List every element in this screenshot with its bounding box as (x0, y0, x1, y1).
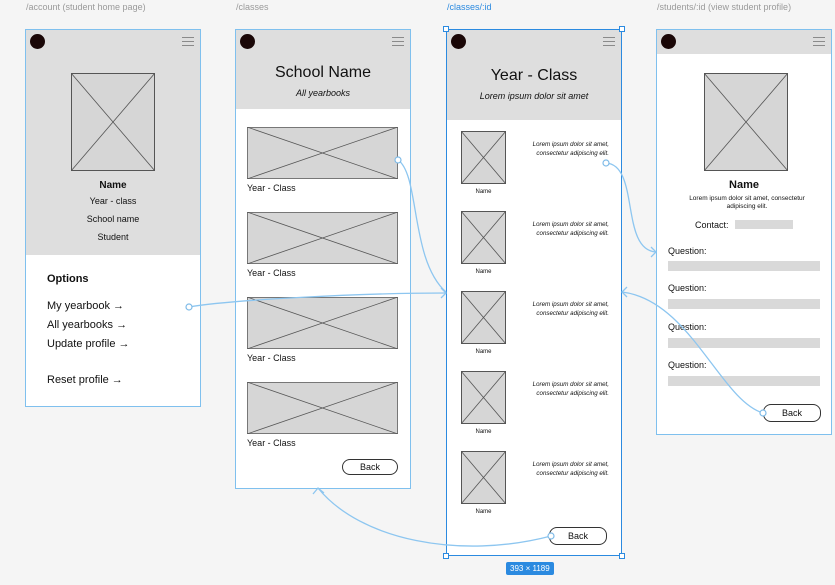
hamburger-menu-icon[interactable] (813, 37, 825, 46)
app-header (657, 30, 831, 54)
selection-handle[interactable] (443, 553, 449, 559)
yearbook-card-label[interactable]: Year - Class (247, 353, 296, 363)
avatar-dot-icon[interactable] (661, 34, 676, 49)
hamburger-menu-icon[interactable] (392, 37, 404, 46)
student-card-name[interactable]: Name (461, 509, 506, 515)
frame-label-account: /account (student home page) (26, 2, 146, 12)
frame-label-student: /students/:id (view student profile) (657, 2, 792, 12)
link-my-yearbook[interactable]: My yearbook → (47, 300, 124, 312)
frame-classes: School Name All yearbooks Year - Class Y… (235, 29, 411, 489)
app-header (236, 30, 410, 54)
avatar-dot-icon[interactable] (30, 34, 45, 49)
yearbook-card-label[interactable]: Year - Class (247, 268, 296, 278)
image-placeholder-icon[interactable] (247, 382, 398, 434)
yearbook-card-label[interactable]: Year - Class (247, 438, 296, 448)
back-button[interactable]: Back (763, 404, 821, 422)
school-subtitle: All yearbooks (295, 88, 351, 98)
student-card-name[interactable]: Name (461, 349, 506, 355)
image-placeholder-icon (704, 73, 788, 171)
back-button[interactable]: Back (549, 527, 607, 545)
student-school: School name (86, 214, 140, 224)
answer-placeholder (668, 376, 820, 386)
avatar-dot-icon[interactable] (451, 34, 466, 49)
avatar-dot-icon[interactable] (240, 34, 255, 49)
selection-handle[interactable] (619, 553, 625, 559)
image-placeholder-icon[interactable] (247, 127, 398, 179)
frame-label-class-id: /classes/:id (447, 2, 492, 12)
student-name: Name (99, 180, 127, 191)
frame-label-classes: /classes (236, 2, 269, 12)
page-header (447, 54, 621, 120)
frame-size-badge: 393 × 1189 (506, 562, 554, 575)
student-card-name[interactable]: Name (461, 189, 506, 195)
image-placeholder-icon[interactable] (461, 371, 506, 424)
link-update-profile[interactable]: Update profile → (47, 338, 130, 350)
contact-label: Contact: (695, 220, 729, 230)
options-title: Options (47, 273, 89, 285)
student-card-text: Lorem ipsum dolor sit amet, consectetur … (532, 461, 609, 477)
image-placeholder-icon[interactable] (461, 131, 506, 184)
frame-class-id: Year - Class Lorem ipsum dolor sit amet … (446, 29, 622, 556)
image-placeholder-icon (71, 73, 155, 171)
hamburger-menu-icon[interactable] (182, 37, 194, 46)
hamburger-menu-icon[interactable] (603, 37, 615, 46)
yearbook-card-label[interactable]: Year - Class (247, 183, 296, 193)
answer-placeholder (668, 299, 820, 309)
question-label: Question: (668, 283, 707, 293)
link-reset-profile[interactable]: Reset profile → (47, 374, 123, 386)
frame-student: Name Lorem ipsum dolor sit amet, consect… (656, 29, 832, 435)
image-placeholder-icon[interactable] (247, 212, 398, 264)
student-role: Student (97, 232, 129, 242)
student-card-name[interactable]: Name (461, 429, 506, 435)
contact-value (735, 220, 793, 229)
app-header (447, 30, 621, 54)
student-card-text: Lorem ipsum dolor sit amet, consectetur … (532, 301, 609, 317)
question-label: Question: (668, 246, 707, 256)
image-placeholder-icon[interactable] (461, 211, 506, 264)
student-card-name[interactable]: Name (461, 269, 506, 275)
image-placeholder-icon[interactable] (247, 297, 398, 349)
student-year-class: Year - class (89, 196, 137, 206)
selection-handle[interactable] (619, 26, 625, 32)
selection-handle[interactable] (443, 26, 449, 32)
student-card-text: Lorem ipsum dolor sit amet, consectetur … (532, 381, 609, 397)
student-profile-bio: Lorem ipsum dolor sit amet, consectetur … (689, 195, 805, 210)
student-card-text: Lorem ipsum dolor sit amet, consectetur … (532, 221, 609, 237)
image-placeholder-icon[interactable] (461, 291, 506, 344)
student-profile-name: Name (729, 179, 759, 191)
back-button[interactable]: Back (342, 459, 398, 475)
arrowhead-icon (621, 286, 628, 298)
class-subtitle: Lorem ipsum dolor sit amet (479, 91, 589, 101)
answer-placeholder (668, 261, 820, 271)
image-placeholder-icon[interactable] (461, 451, 506, 504)
question-label: Question: (668, 322, 707, 332)
frame-account: Name Year - class School name Student Op… (25, 29, 201, 407)
link-all-yearbooks[interactable]: All yearbooks → (47, 319, 127, 331)
question-label: Question: (668, 360, 707, 370)
class-title: Year - Class (490, 67, 578, 84)
app-header (26, 30, 200, 54)
student-card-text: Lorem ipsum dolor sit amet, consectetur … (532, 141, 609, 157)
answer-placeholder (668, 338, 820, 348)
school-title: School Name (274, 64, 372, 81)
